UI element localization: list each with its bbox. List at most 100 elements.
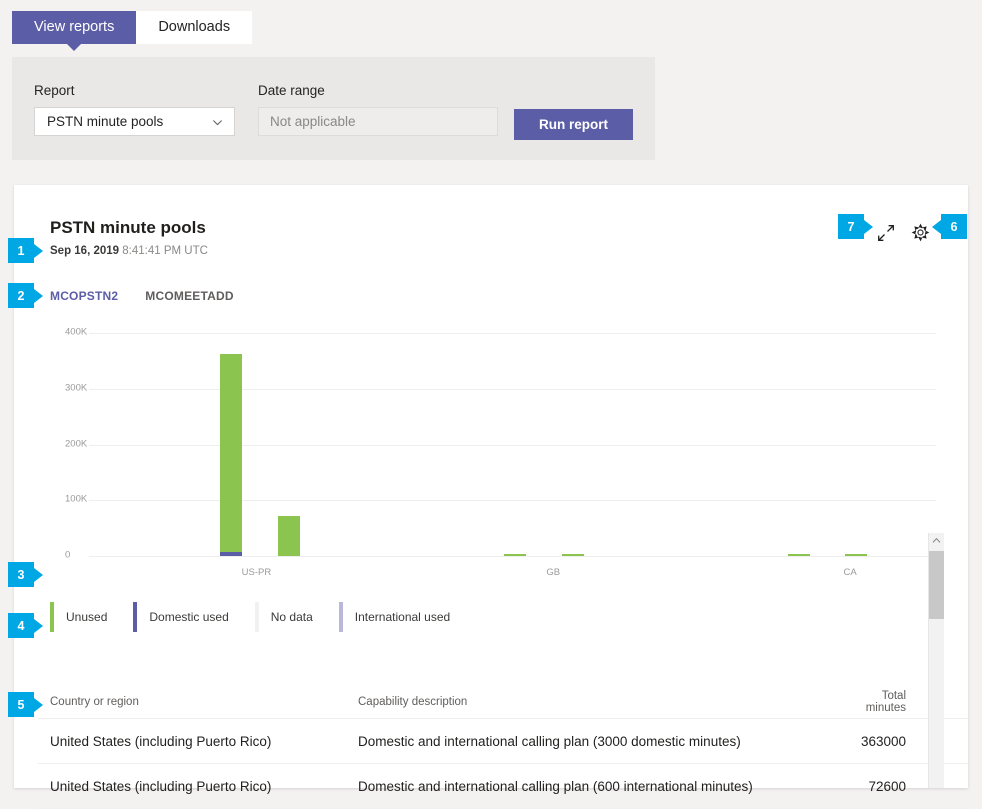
callout-badge-5: 5 — [8, 692, 43, 717]
legend-swatch — [50, 602, 54, 632]
date-range-label: Date range — [258, 83, 325, 98]
run-report-button[interactable]: Run report — [514, 109, 633, 140]
chart-bar[interactable] — [220, 333, 243, 556]
chart-bar[interactable] — [845, 333, 868, 556]
bar-segment-unused[interactable] — [504, 554, 527, 556]
callout-arrow-icon — [34, 697, 43, 712]
legend-label: Domestic used — [149, 610, 229, 624]
callout-arrow-icon — [932, 219, 941, 234]
callout-arrow-icon — [34, 288, 43, 303]
expand-icon[interactable] — [877, 224, 895, 242]
report-table: Country or region Capability description… — [38, 685, 968, 809]
y-axis-tick-label: 200K — [65, 438, 88, 449]
callout-arrow-icon — [34, 243, 43, 258]
active-tab-notch — [67, 44, 82, 51]
legend-item[interactable]: Domestic used — [133, 600, 254, 634]
report-date: Sep 16, 2019 — [50, 245, 120, 257]
pivot-mcomeetadd[interactable]: MCOMEETADD — [145, 289, 233, 303]
cell-total-minutes: 363000 — [860, 733, 906, 749]
chart-bar[interactable] — [277, 333, 300, 556]
date-range-placeholder: Not applicable — [270, 114, 356, 129]
table-row[interactable]: United States (including Puerto Rico) Do… — [38, 719, 968, 764]
cell-capability: Domestic and international calling plan … — [358, 733, 741, 749]
chart-bar[interactable] — [787, 333, 810, 556]
column-header-capability: Capability description — [358, 695, 468, 708]
chart-bar[interactable] — [561, 333, 584, 556]
chevron-down-icon — [213, 120, 222, 126]
filter-bar: Report PSTN minute pools Date range Not … — [12, 57, 655, 160]
callout-arrow-icon — [34, 567, 43, 582]
bar-segment-unused[interactable] — [787, 554, 810, 556]
report-timestamp: Sep 16, 2019 8:41:41 PM UTC — [50, 245, 208, 257]
x-axis-tick-label: GB — [546, 567, 561, 578]
callout-badge-6: 6 — [932, 214, 967, 239]
date-range-input[interactable]: Not applicable — [258, 107, 498, 136]
table-row[interactable]: United States (including Puerto Rico) Do… — [38, 764, 968, 809]
callout-badge-2: 2 — [8, 283, 43, 308]
callout-number: 6 — [941, 214, 967, 239]
bar-segment-unused[interactable] — [220, 353, 243, 553]
callout-number: 7 — [838, 214, 864, 239]
callout-number: 2 — [8, 283, 34, 308]
callout-badge-7: 7 — [838, 214, 873, 239]
report-select[interactable]: PSTN minute pools — [34, 107, 235, 136]
callout-arrow-icon — [864, 219, 873, 234]
callout-number: 3 — [8, 562, 34, 587]
legend-label: International used — [354, 610, 451, 624]
chart-gridline — [89, 556, 936, 557]
card-actions — [877, 223, 930, 242]
y-axis-tick-label: 300K — [65, 382, 88, 394]
bar-segment-unused[interactable] — [845, 554, 868, 556]
callout-number: 5 — [8, 692, 34, 717]
legend-item[interactable]: No data — [254, 600, 339, 634]
callout-number: 4 — [8, 613, 34, 638]
legend-label: No data — [270, 610, 313, 624]
y-axis-tick-label: 100K — [65, 493, 88, 505]
report-label: Report — [34, 83, 75, 98]
pstn-minute-pools-chart: 0 100K 200K 300K 400K US-PR GB CA — [50, 327, 936, 583]
tab-downloads[interactable]: Downloads — [136, 11, 253, 44]
callout-arrow-icon — [34, 618, 43, 633]
gear-icon[interactable] — [911, 223, 930, 242]
pivot-links: MCOPSTN2 MCOMEETADD — [50, 289, 234, 303]
run-report-label: Run report — [539, 117, 608, 132]
column-header-country: Country or region — [50, 695, 139, 708]
bar-segment-unused[interactable] — [561, 554, 584, 556]
x-axis-tick-label: CA — [843, 567, 857, 578]
callout-badge-4: 4 — [8, 613, 43, 638]
column-header-total-minutes: Total minutes — [865, 689, 906, 714]
chevron-up-icon — [932, 537, 941, 543]
cell-country: United States (including Puerto Rico) — [50, 778, 272, 794]
tab-view-reports-label: View reports — [34, 19, 115, 35]
pivot-mcopstn2[interactable]: MCOPSTN2 — [50, 289, 118, 303]
tab-bar: View reports Downloads — [12, 11, 253, 51]
chart-bar[interactable] — [504, 333, 527, 556]
report-select-value: PSTN minute pools — [47, 114, 164, 129]
tab-view-reports[interactable]: View reports — [12, 11, 137, 51]
bar-segment-unused[interactable] — [277, 515, 300, 556]
legend-item[interactable]: Unused — [50, 600, 133, 634]
legend-item[interactable]: International used — [338, 600, 476, 634]
cell-country: United States (including Puerto Rico) — [50, 733, 272, 749]
tab-downloads-label: Downloads — [158, 19, 231, 35]
x-axis-tick-label: US-PR — [241, 567, 272, 578]
legend-label: Unused — [66, 610, 108, 624]
report-time: 8:41:41 PM UTC — [122, 245, 208, 257]
page-title: PSTN minute pools — [50, 218, 206, 237]
bar-segment-domestic-used[interactable] — [220, 552, 243, 556]
chart-plot-area — [89, 333, 936, 556]
callout-number: 1 — [8, 238, 34, 263]
legend-swatch — [133, 602, 138, 632]
callout-badge-3: 3 — [8, 562, 43, 587]
report-field: Report PSTN minute pools — [34, 83, 235, 136]
report-card: PSTN minute pools Sep 16, 2019 8:41:41 P… — [14, 185, 968, 809]
y-axis-tick-label: 400K — [65, 326, 88, 338]
table-scrollbar[interactable] — [928, 533, 944, 788]
chart-legend: Unused Domestic used No data International … — [50, 600, 476, 634]
table-header-row: Country or region Capability description… — [38, 685, 968, 719]
cell-capability: Domestic and international calling plan … — [358, 778, 753, 794]
cell-total-minutes: 72600 — [868, 778, 906, 794]
scroll-up-button[interactable] — [929, 533, 944, 548]
date-range-field: Date range Not applicable — [258, 83, 498, 136]
scrollbar-thumb[interactable] — [929, 551, 944, 619]
